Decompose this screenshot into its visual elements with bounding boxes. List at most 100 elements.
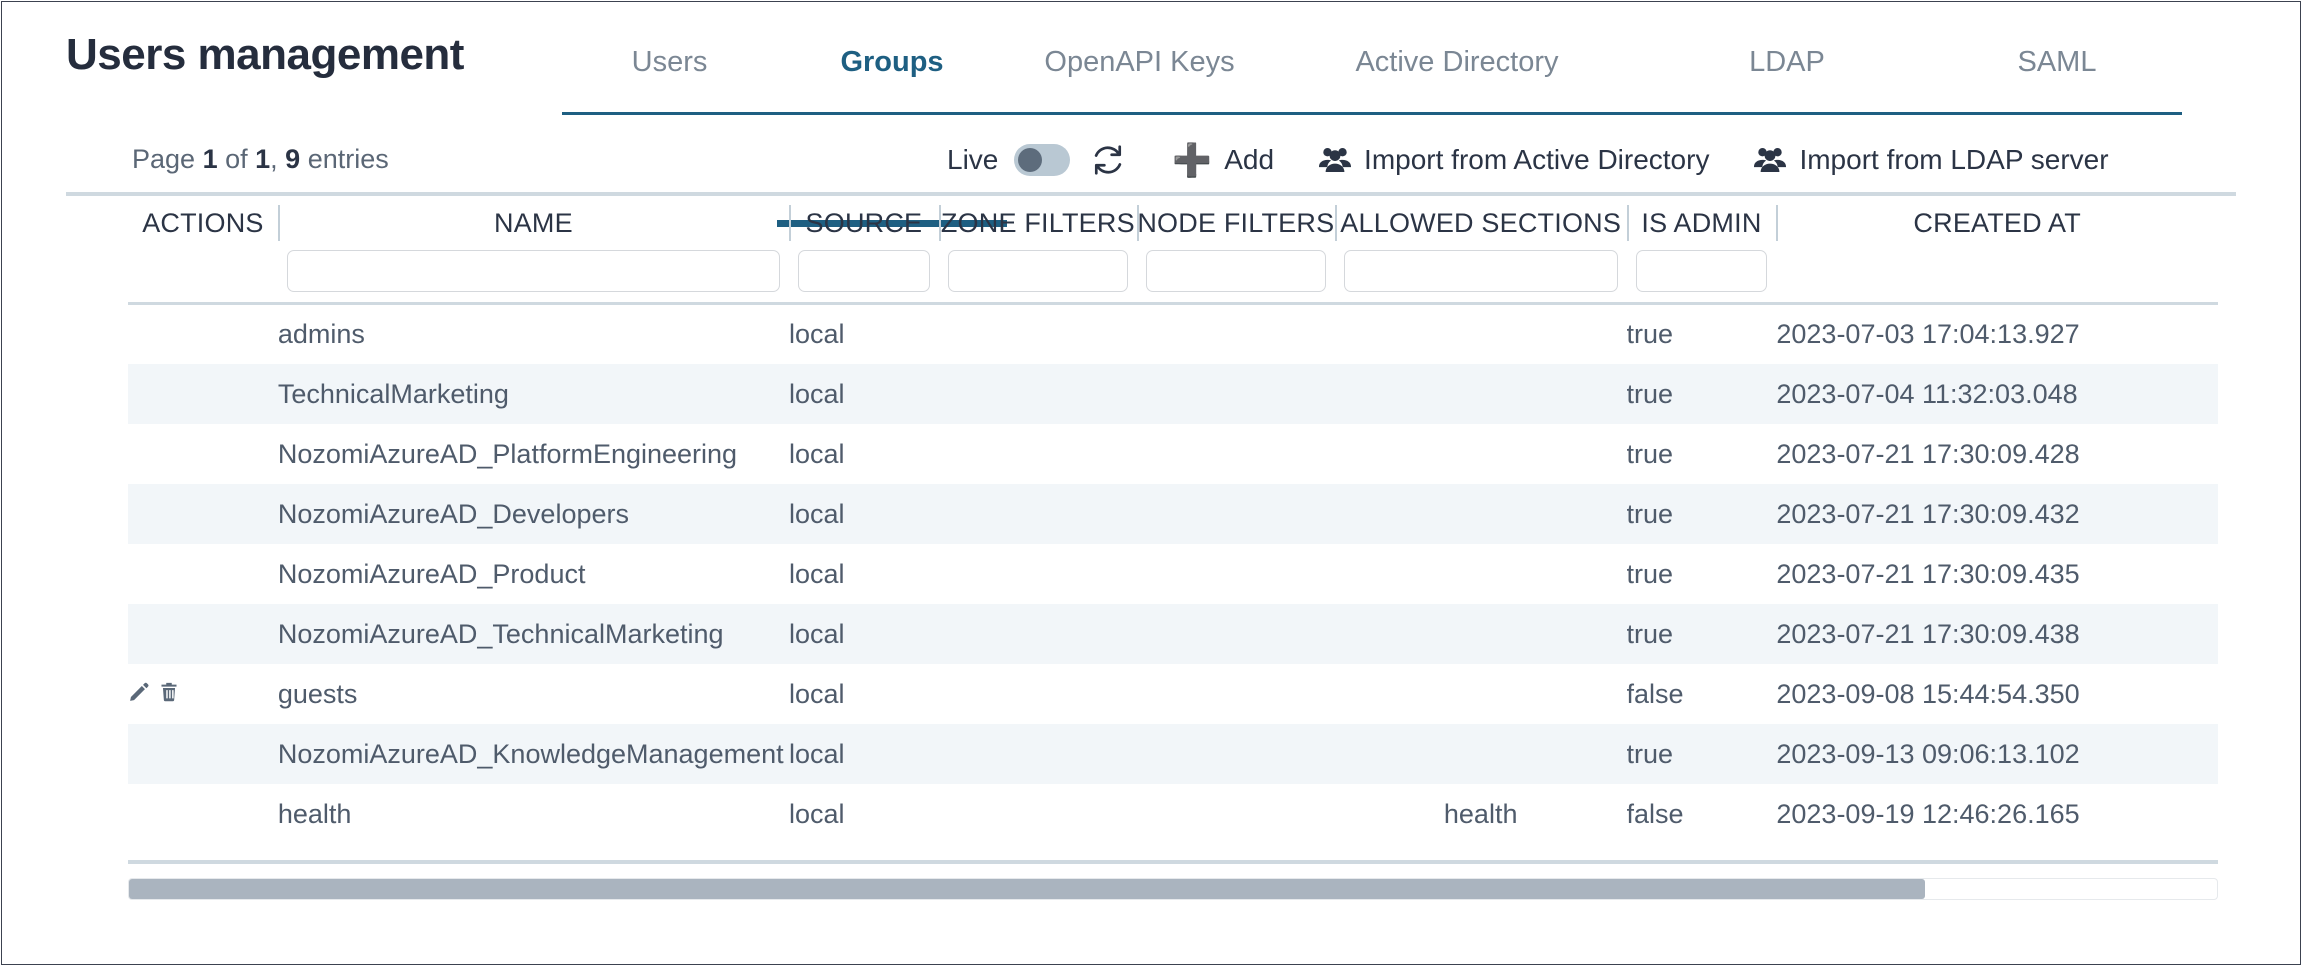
pager-current-page: 1: [202, 144, 218, 174]
table-row[interactable]: NozomiAzureAD_Product local true 2023-07-21…: [128, 544, 2218, 604]
filter-input-name[interactable]: [286, 250, 780, 292]
horizontal-scrollbar[interactable]: [128, 878, 2218, 900]
tab-bar: Users Groups OpenAPI Keys Active Directory L…: [562, 46, 2182, 116]
live-toggle[interactable]: [1014, 144, 1071, 176]
cell-isadmin: true: [1626, 738, 1674, 769]
column-header-node[interactable]: NODE FILTERS: [1136, 196, 1335, 250]
cell-node: [1137, 784, 1335, 844]
cell-name: admins: [277, 318, 365, 349]
toolbar-actions: Live ➕ Add Import from Active Directory …: [947, 136, 2109, 184]
cell-created: 2023-09-19 12:46:26.165: [1776, 798, 2080, 829]
filter-input-sections[interactable]: [1343, 250, 1618, 292]
cell-zone: [939, 364, 1137, 424]
pager-entries-count: 9: [285, 144, 301, 174]
tab-groups[interactable]: Groups: [777, 46, 1007, 101]
filter-input-source[interactable]: [797, 250, 930, 292]
groups-table-container: ACTIONS NAME SOURCE ZONE FILTERS NODE FILTER…: [2, 196, 2300, 844]
table-row[interactable]: TechnicalMarketing local true 2023-07-04 11…: [128, 364, 2218, 424]
tab-label: Groups: [840, 46, 944, 78]
cell-zone: [939, 484, 1137, 544]
groups-table: ACTIONS NAME SOURCE ZONE FILTERS NODE FILTER…: [128, 196, 2218, 844]
cell-sections: [1335, 604, 1627, 664]
table-row[interactable]: health local health false 2023-09-19 12:46:2…: [128, 784, 2218, 844]
cell-isadmin: false: [1626, 798, 1684, 829]
pagination-summary: Page 1 of 1, 9 entries: [132, 144, 389, 175]
table-row[interactable]: NozomiAzureAD_KnowledgeManagement local tr…: [128, 724, 2218, 784]
cell-actions: [128, 304, 278, 364]
column-header-sections[interactable]: ALLOWED SECTIONS: [1334, 196, 1627, 250]
cell-created: 2023-09-13 09:06:13.102: [1776, 738, 2080, 769]
add-button[interactable]: ➕ Add: [1172, 144, 1274, 176]
tab-bar-underline: [562, 112, 2182, 227]
cell-actions: [128, 724, 278, 784]
column-divider: [1136, 205, 1139, 241]
table-filter-row: [128, 250, 2218, 304]
tab-active-directory[interactable]: Active Directory: [1272, 46, 1642, 101]
cell-zone: [939, 664, 1137, 724]
table-row[interactable]: NozomiAzureAD_PlatformEngineering local tr…: [128, 424, 2218, 484]
tab-saml[interactable]: SAML: [1932, 46, 2182, 101]
column-divider: [788, 205, 791, 241]
column-header-label: NAME: [494, 207, 573, 238]
column-header-actions[interactable]: ACTIONS: [128, 196, 278, 250]
cell-source: local: [788, 678, 845, 709]
filter-input-zone[interactable]: [947, 250, 1128, 292]
tab-label: SAML: [2017, 46, 2097, 78]
refresh-icon[interactable]: [1088, 140, 1128, 180]
table-row[interactable]: admins local true 2023-07-03 17:04:13.927: [128, 304, 2218, 364]
column-header-created[interactable]: CREATED AT: [1776, 196, 2218, 250]
column-header-name[interactable]: NAME: [277, 196, 789, 250]
import-from-ldap-server-button[interactable]: Import from LDAP server: [1753, 144, 2109, 176]
delete-icon[interactable]: [158, 681, 180, 703]
cell-name: NozomiAzureAD_KnowledgeManagement: [277, 738, 784, 769]
cell-source: local: [788, 618, 845, 649]
cell-source: local: [788, 558, 845, 589]
column-header-isadmin[interactable]: IS ADMIN: [1626, 196, 1777, 250]
table-row[interactable]: NozomiAzureAD_Developers local true 2023-07…: [128, 484, 2218, 544]
tab-label: Active Directory: [1355, 46, 1559, 78]
tab-label: Users: [631, 46, 708, 78]
column-divider: [1626, 205, 1629, 241]
import-ad-label: Import from Active Directory: [1364, 144, 1710, 175]
cell-created: 2023-09-08 15:44:54.350: [1776, 678, 2080, 709]
cell-node: [1137, 424, 1335, 484]
column-header-label: IS ADMIN: [1641, 207, 1762, 238]
tab-ldap[interactable]: LDAP: [1642, 46, 1932, 101]
column-header-label: ALLOWED SECTIONS: [1340, 207, 1622, 238]
filter-cell-node: [1137, 250, 1335, 304]
column-divider: [1334, 205, 1337, 241]
page-title: Users management: [66, 30, 464, 79]
table-body: admins local true 2023-07-03 17:04:13.927 Te…: [128, 304, 2218, 844]
column-header-source[interactable]: SOURCE: [788, 196, 939, 250]
filter-cell-source: [789, 250, 939, 304]
page-header: Users management Users Groups OpenAPI Keys…: [2, 2, 2300, 227]
filter-input-isadmin[interactable]: [1635, 250, 1768, 292]
row-action-icons: [128, 681, 180, 703]
tab-users[interactable]: Users: [562, 46, 777, 101]
tab-openapi-keys[interactable]: OpenAPI Keys: [1007, 46, 1272, 101]
table-row[interactable]: guests local false 2023-09-08 15:44:54.350: [128, 664, 2218, 724]
tab-label: OpenAPI Keys: [1044, 46, 1235, 78]
users-group-icon: [1318, 146, 1352, 174]
cell-source: local: [788, 438, 845, 469]
cell-isadmin: true: [1626, 558, 1674, 589]
edit-icon[interactable]: [128, 681, 150, 703]
cell-created: 2023-07-04 11:32:03.048: [1776, 378, 2078, 409]
column-header-zone[interactable]: ZONE FILTERS: [938, 196, 1137, 250]
cell-name: guests: [277, 678, 358, 709]
cell-sections: [1335, 544, 1627, 604]
cell-source: local: [788, 798, 845, 829]
cell-sections: [1335, 424, 1627, 484]
import-from-active-directory-button[interactable]: Import from Active Directory: [1318, 144, 1709, 176]
table-header-divider: [128, 302, 2218, 305]
cell-zone: [939, 784, 1137, 844]
horizontal-scrollbar-thumb[interactable]: [129, 879, 1925, 899]
pager-prefix: Page: [132, 144, 203, 174]
cell-node: [1137, 364, 1335, 424]
cell-actions: [128, 544, 278, 604]
table-row[interactable]: NozomiAzureAD_TechnicalMarketing local tru…: [128, 604, 2218, 664]
filter-cell-sections: [1335, 250, 1627, 304]
cell-zone: [939, 424, 1137, 484]
filter-input-node[interactable]: [1145, 250, 1326, 292]
cell-zone: [939, 724, 1137, 784]
